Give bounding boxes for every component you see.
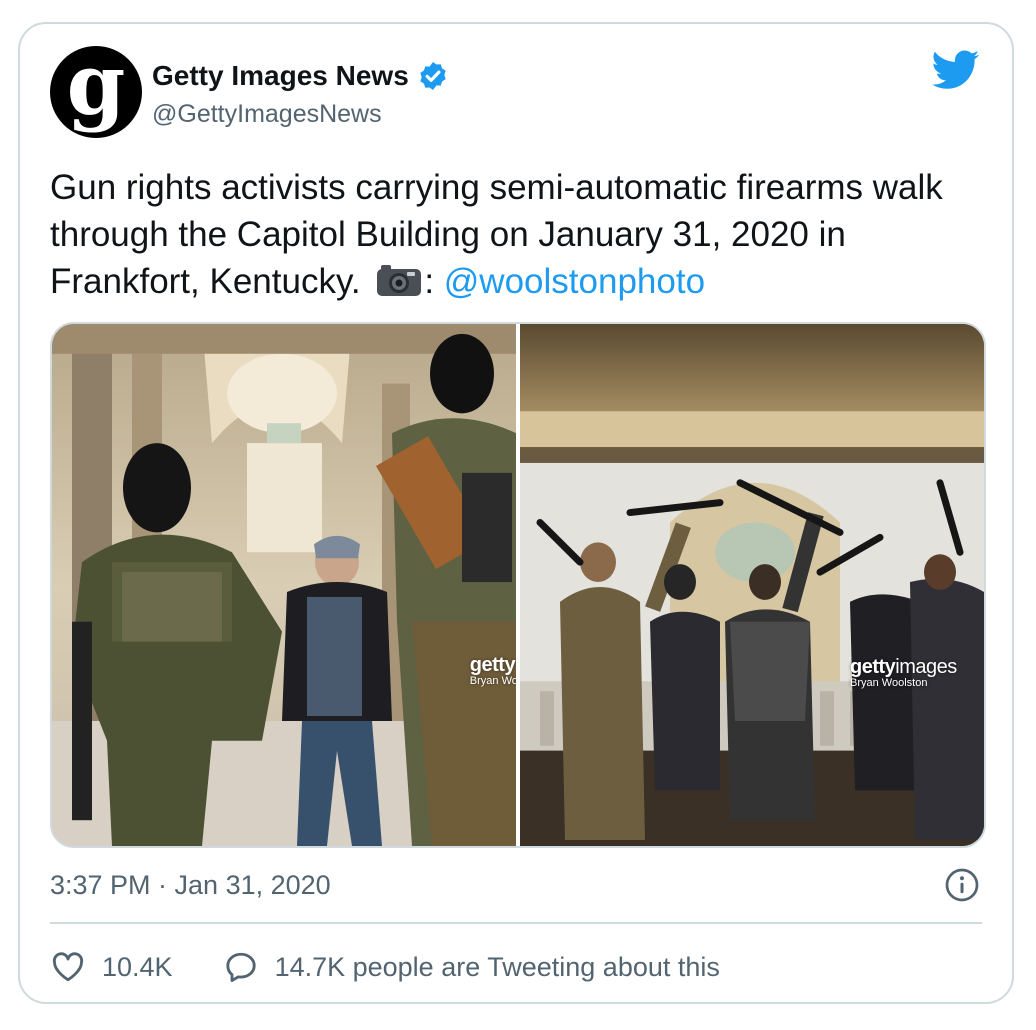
twitter-bird-icon[interactable] (932, 50, 980, 90)
conversation-link[interactable]: 14.7K people are Tweeting about this (223, 949, 720, 985)
media-grid: getty Bryan Woo (50, 322, 986, 848)
photo-right-image (520, 324, 984, 846)
divider (50, 922, 982, 924)
camera-suffix: : (424, 262, 435, 301)
speech-bubble-icon (225, 952, 256, 982)
photo-left-image (52, 324, 516, 846)
like-count: 10.4K (102, 951, 173, 982)
watermark-brand: getty (469, 654, 516, 676)
verified-badge-icon (420, 62, 446, 90)
photo-right[interactable]: gettyimages Bryan Woolston (520, 324, 984, 846)
author-handle[interactable]: @GettyImagesNews (152, 100, 382, 129)
tweet-text: Gun rights activists carrying semi-autom… (50, 164, 990, 305)
tweet-timestamp-link[interactable]: 3:37 PM · Jan 31, 2020 (50, 870, 331, 901)
photo-watermark: gettyimages Bryan Woolston (850, 656, 957, 689)
tweet-actions: 10.4K 14.7K people are Tweeting about th… (50, 949, 720, 985)
camera-icon (377, 265, 422, 296)
watermark-credit: Bryan Woo (469, 675, 516, 687)
avatar[interactable]: g (50, 43, 142, 138)
photographer-mention-link[interactable]: @woolstonphoto (444, 262, 705, 301)
info-icon[interactable] (944, 867, 980, 903)
photo-left[interactable]: getty Bryan Woo (52, 324, 516, 846)
watermark-brand: gettyimages (850, 656, 957, 678)
author-display-name[interactable]: Getty Images News (152, 60, 409, 92)
like-button[interactable]: 10.4K (50, 949, 173, 985)
tweet-card: g Getty Images News @GettyImagesNews Gun… (18, 22, 1014, 1004)
heart-icon (52, 952, 84, 982)
photo-watermark: getty Bryan Woo (470, 654, 516, 687)
author-name-row: Getty Images News (152, 60, 449, 92)
conversation-text: 14.7K people are Tweeting about this (274, 951, 720, 982)
